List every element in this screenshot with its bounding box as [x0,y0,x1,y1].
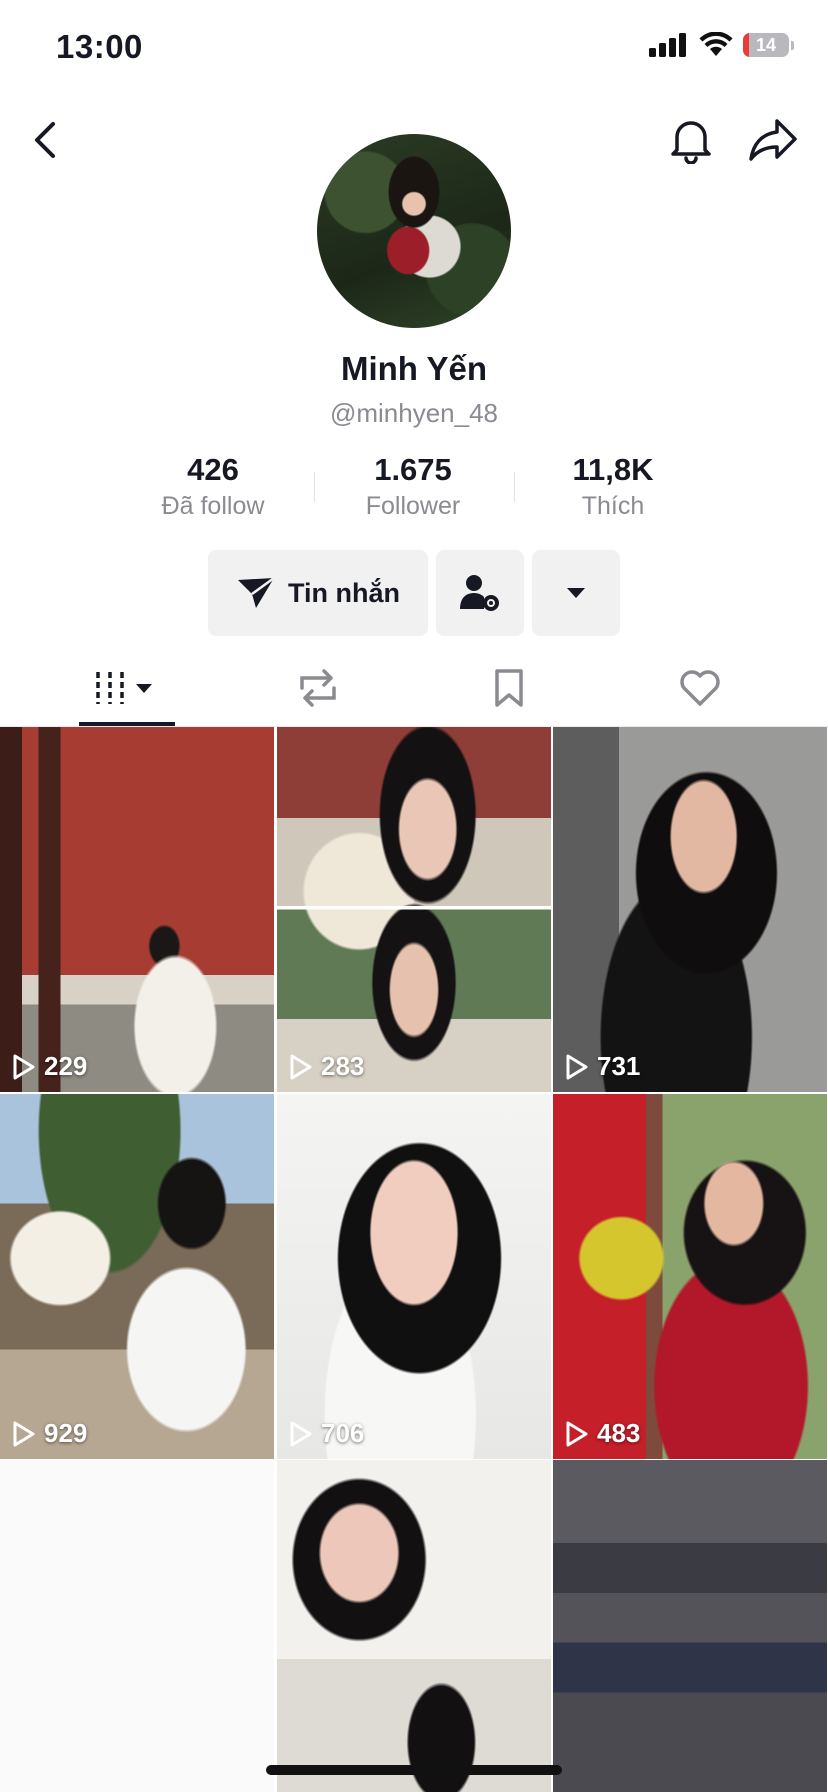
user-settings-icon [460,575,499,611]
likes-label: Thích [581,492,645,520]
play-icon [13,1421,35,1446]
view-count: 483 [565,1418,640,1449]
play-icon [290,1054,312,1079]
followers-count: 1.675 [374,452,452,487]
wifi-icon [699,32,733,56]
heart-icon [680,670,720,706]
likes-count: 11,8K [572,452,654,487]
avatar[interactable] [317,134,511,328]
following-label: Đã follow [161,492,265,520]
view-count: 929 [12,1418,87,1449]
tab-bookmarks[interactable] [461,650,557,726]
view-count-value: 929 [44,1418,88,1448]
videos-grid-icon [96,672,152,704]
video-thumbnail[interactable]: 731 [553,727,827,1092]
video-thumbnail[interactable]: 706 [277,1094,551,1459]
battery-icon: 14 [743,33,789,57]
bell-icon [671,121,711,164]
chevron-left-icon [35,122,55,158]
tab-reposts[interactable] [270,650,366,726]
view-count: 731 [565,1051,640,1082]
repost-icon [300,669,336,707]
play-icon [290,1421,312,1446]
caret-down-icon [567,588,585,598]
back-button[interactable] [22,113,68,167]
tab-liked[interactable] [652,650,748,726]
stat-likes[interactable]: 11,8K Thích [513,452,713,521]
play-icon [566,1054,588,1079]
username: @minhyen_48 [329,398,499,428]
content-tabs [0,650,828,727]
profile-actions: Tin nhắn [0,550,828,636]
more-options-button[interactable] [532,550,620,636]
active-tab-indicator [79,722,175,726]
message-button[interactable]: Tin nhắn [208,550,428,636]
bookmark-icon [495,669,523,707]
message-label: Tin nhắn [288,577,400,608]
send-icon [238,576,275,608]
view-count-value: 483 [597,1418,641,1448]
following-count: 426 [187,452,239,487]
signal-icon [649,33,686,57]
status-bar: 13:00 14 [0,0,828,100]
tab-videos[interactable] [79,650,175,726]
status-time: 13:00 [56,28,143,65]
view-count: 706 [289,1418,364,1449]
battery-cap [791,40,794,50]
notification-button[interactable] [666,112,716,168]
profile-stats: 426 Đã follow 1.675 Follower 11,8K Thích [0,452,828,532]
stat-following[interactable]: 426 Đã follow [113,452,313,521]
share-button[interactable] [744,112,802,168]
home-indicator[interactable] [266,1765,562,1775]
view-count-value: 731 [597,1051,641,1081]
video-grid: 229 283 731 929 706 483 [0,727,828,1792]
follow-settings-button[interactable] [436,550,524,636]
view-count: 229 [12,1051,87,1082]
view-count-value: 706 [321,1418,365,1448]
battery-level: 14 [755,34,777,55]
view-count: 283 [289,1051,364,1082]
play-icon [13,1054,35,1079]
video-thumbnail[interactable]: 283 [277,727,551,1092]
share-arrow-icon [749,119,797,161]
video-thumbnail[interactable]: 929 [0,1094,274,1459]
play-icon [566,1421,588,1446]
video-thumbnail[interactable] [0,1460,274,1792]
status-icons: 14 [649,32,794,58]
view-count-value: 229 [44,1051,88,1081]
followers-label: Follower [365,492,461,520]
video-thumbnail[interactable] [553,1460,827,1792]
view-count-value: 283 [321,1051,365,1081]
display-name: Minh Yến [340,350,488,387]
video-thumbnail[interactable]: 229 [0,727,274,1092]
video-thumbnail[interactable] [277,1460,551,1792]
stat-followers[interactable]: 1.675 Follower [313,452,513,521]
video-thumbnail[interactable]: 483 [553,1094,827,1459]
